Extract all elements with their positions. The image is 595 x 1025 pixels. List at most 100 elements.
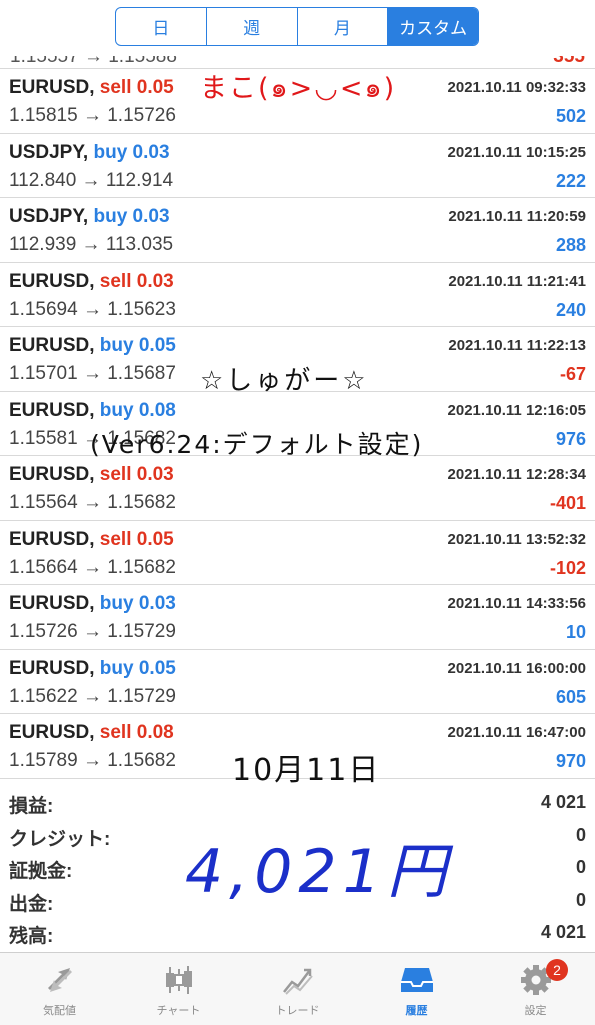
- trade-prices: 1.15701 → 1.15687: [9, 363, 176, 384]
- trade-symbol: USDJPY, buy 0.03: [9, 142, 170, 164]
- handwritten-name-red: まこ(๑>◡<๑): [200, 73, 397, 104]
- tab-trade[interactable]: トレード: [238, 953, 357, 1025]
- summary-label: 証拠金:: [9, 861, 73, 882]
- trade-side: sell 0.03: [99, 270, 174, 292]
- tab-month[interactable]: 月: [298, 8, 389, 45]
- summary-value: 0: [575, 824, 586, 845]
- summary-value: 4 021: [540, 792, 586, 812]
- trade-time: 2021.10.11 12:16:05: [447, 401, 586, 419]
- trade-side: sell 0.03: [99, 464, 174, 485]
- handwritten-profit-total: 4,021円: [185, 837, 453, 907]
- handwritten-sugar-label: ☆しゅがー☆: [200, 366, 369, 396]
- tab-settings[interactable]: 2 設定: [476, 953, 595, 1025]
- symbol-name: EURUSD,: [9, 722, 95, 743]
- trade-row[interactable]: EURUSD, buy 0.05 2021.10.11 16:00:00 1.156…: [0, 650, 595, 714]
- trade-side: sell 0.05: [99, 77, 174, 98]
- trade-profit: 240: [555, 299, 586, 320]
- quotes-icon: [40, 963, 80, 997]
- tab-chart-label: チャート: [156, 1005, 201, 1017]
- bottom-tab-bar: 気配値 チャート トレード 履歴 2 設定: [0, 952, 595, 1025]
- trade-row[interactable]: USDJPY, buy 0.03 2021.10.11 10:15:25 112.8…: [0, 134, 595, 198]
- summary-label: クレジット:: [9, 828, 111, 850]
- symbol-name: EURUSD,: [9, 464, 95, 485]
- trade-row[interactable]: EURUSD, buy 0.03 2021.10.11 14:33:56 1.157…: [0, 585, 595, 650]
- trade-time: 2021.10.11 14:33:56: [447, 595, 586, 612]
- tab-history-label: 履歴: [405, 1005, 428, 1017]
- trade-symbol: EURUSD, buy 0.05: [9, 658, 176, 680]
- trade-row[interactable]: EURUSD, sell 0.03 2021.10.11 12:28:34 1.15…: [0, 456, 595, 521]
- trade-profit: -67: [559, 364, 586, 384]
- trade-time: 2021.10.11 11:22:13: [448, 337, 586, 354]
- trade-profit: -401: [549, 493, 586, 513]
- trade-time: 2021.10.11 16:00:00: [447, 659, 586, 677]
- trade-symbol: USDJPY, buy 0.03: [9, 206, 170, 228]
- trade-time: 2021.10.11 11:20:59: [448, 208, 586, 225]
- history-inbox-icon: [397, 963, 437, 997]
- summary-value: 4 021: [540, 922, 586, 942]
- summary-row-profit-loss: 損益: 4 021: [0, 787, 595, 820]
- trade-profit: 976: [555, 428, 586, 449]
- trade-profit: 605: [555, 686, 586, 707]
- trade-prices: 1.15664 → 1.15682: [9, 556, 176, 578]
- trade-symbol: EURUSD, buy 0.08: [9, 400, 176, 422]
- summary-row-balance: 残高: 4 021: [0, 917, 595, 950]
- tab-chart[interactable]: チャート: [119, 953, 238, 1025]
- trade-profit: -102: [549, 557, 586, 578]
- trade-symbol: EURUSD, sell 0.08: [9, 722, 174, 744]
- symbol-name: EURUSD,: [9, 528, 95, 550]
- tab-history[interactable]: 履歴: [357, 953, 476, 1025]
- trade-profit: 970: [555, 751, 586, 771]
- trade-prices: 1.15726 → 1.15729: [9, 621, 176, 642]
- trade-side: buy 0.03: [93, 206, 170, 227]
- trade-symbol: EURUSD, sell 0.05: [9, 529, 174, 551]
- trade-prices: 1.15815 → 1.15726: [9, 105, 176, 126]
- trade-profit: 222: [555, 170, 586, 191]
- trade-time: 2021.10.11 12:28:34: [447, 466, 586, 483]
- summary-label: 出金:: [9, 893, 54, 915]
- trade-history-list: EURUSD, sell 0.05 2021.10.11 09:32:33 1.15…: [0, 69, 595, 779]
- trade-time: 2021.10.11 09:32:33: [447, 79, 586, 96]
- summary-label: 損益:: [9, 796, 54, 817]
- trade-time: 2021.10.11 16:47:00: [447, 724, 586, 741]
- symbol-name: USDJPY,: [9, 141, 89, 163]
- trade-prices: 1.15557 → 1.15588: [10, 56, 177, 67]
- trade-profit: 355: [553, 56, 585, 67]
- tab-quotes[interactable]: 気配値: [0, 953, 119, 1025]
- trade-prices: 1.15694 → 1.15623: [9, 298, 176, 320]
- trade-side: sell 0.08: [99, 722, 174, 743]
- tab-custom[interactable]: カスタム: [388, 8, 478, 45]
- symbol-name: EURUSD,: [9, 77, 95, 98]
- trade-side: sell 0.05: [99, 528, 174, 550]
- trade-symbol: EURUSD, sell 0.05: [9, 77, 174, 99]
- trade-time: 2021.10.11 13:52:32: [447, 530, 586, 548]
- tab-trade-label: トレード: [275, 1005, 320, 1017]
- tab-quotes-label: 気配値: [43, 1005, 76, 1017]
- tab-week[interactable]: 週: [207, 8, 298, 45]
- tab-day[interactable]: 日: [116, 8, 207, 45]
- trade-prices: 1.15789 → 1.15682: [9, 750, 176, 771]
- symbol-name: EURUSD,: [9, 593, 95, 614]
- trade-side: buy 0.08: [99, 399, 176, 421]
- trade-side: buy 0.05: [99, 657, 176, 679]
- trade-symbol: EURUSD, sell 0.03: [9, 271, 174, 293]
- period-selector-bar: 日 週 月 カスタム: [0, 0, 595, 56]
- summary-value: 0: [575, 857, 586, 877]
- handwritten-date: 10月11日: [232, 753, 381, 788]
- trade-prices: 1.15564 → 1.15682: [9, 492, 176, 513]
- trade-symbol: EURUSD, buy 0.03: [9, 593, 176, 615]
- trade-side: buy 0.05: [99, 335, 176, 356]
- symbol-name: EURUSD,: [9, 270, 95, 292]
- trade-row[interactable]: EURUSD, sell 0.05 2021.10.11 13:52:32 1.15…: [0, 521, 595, 585]
- settings-notification-badge: 2: [546, 959, 568, 981]
- trade-time: 2021.10.11 11:21:41: [448, 272, 586, 290]
- trade-profit: 10: [565, 622, 586, 642]
- trade-side: buy 0.03: [93, 141, 170, 163]
- handwritten-version-note: (Ver6.24:デフォルト設定): [90, 430, 424, 459]
- trade-prices: 112.939 → 113.035: [9, 234, 174, 255]
- trade-icon: [278, 963, 318, 997]
- trade-prices: 1.15622 → 1.15729: [9, 685, 176, 707]
- trade-row[interactable]: EURUSD, sell 0.03 2021.10.11 11:21:41 1.15…: [0, 263, 595, 327]
- symbol-name: EURUSD,: [9, 657, 95, 679]
- trade-symbol: EURUSD, buy 0.05: [9, 335, 176, 357]
- trade-row[interactable]: USDJPY, buy 0.03 2021.10.11 11:20:59 112.9…: [0, 198, 595, 263]
